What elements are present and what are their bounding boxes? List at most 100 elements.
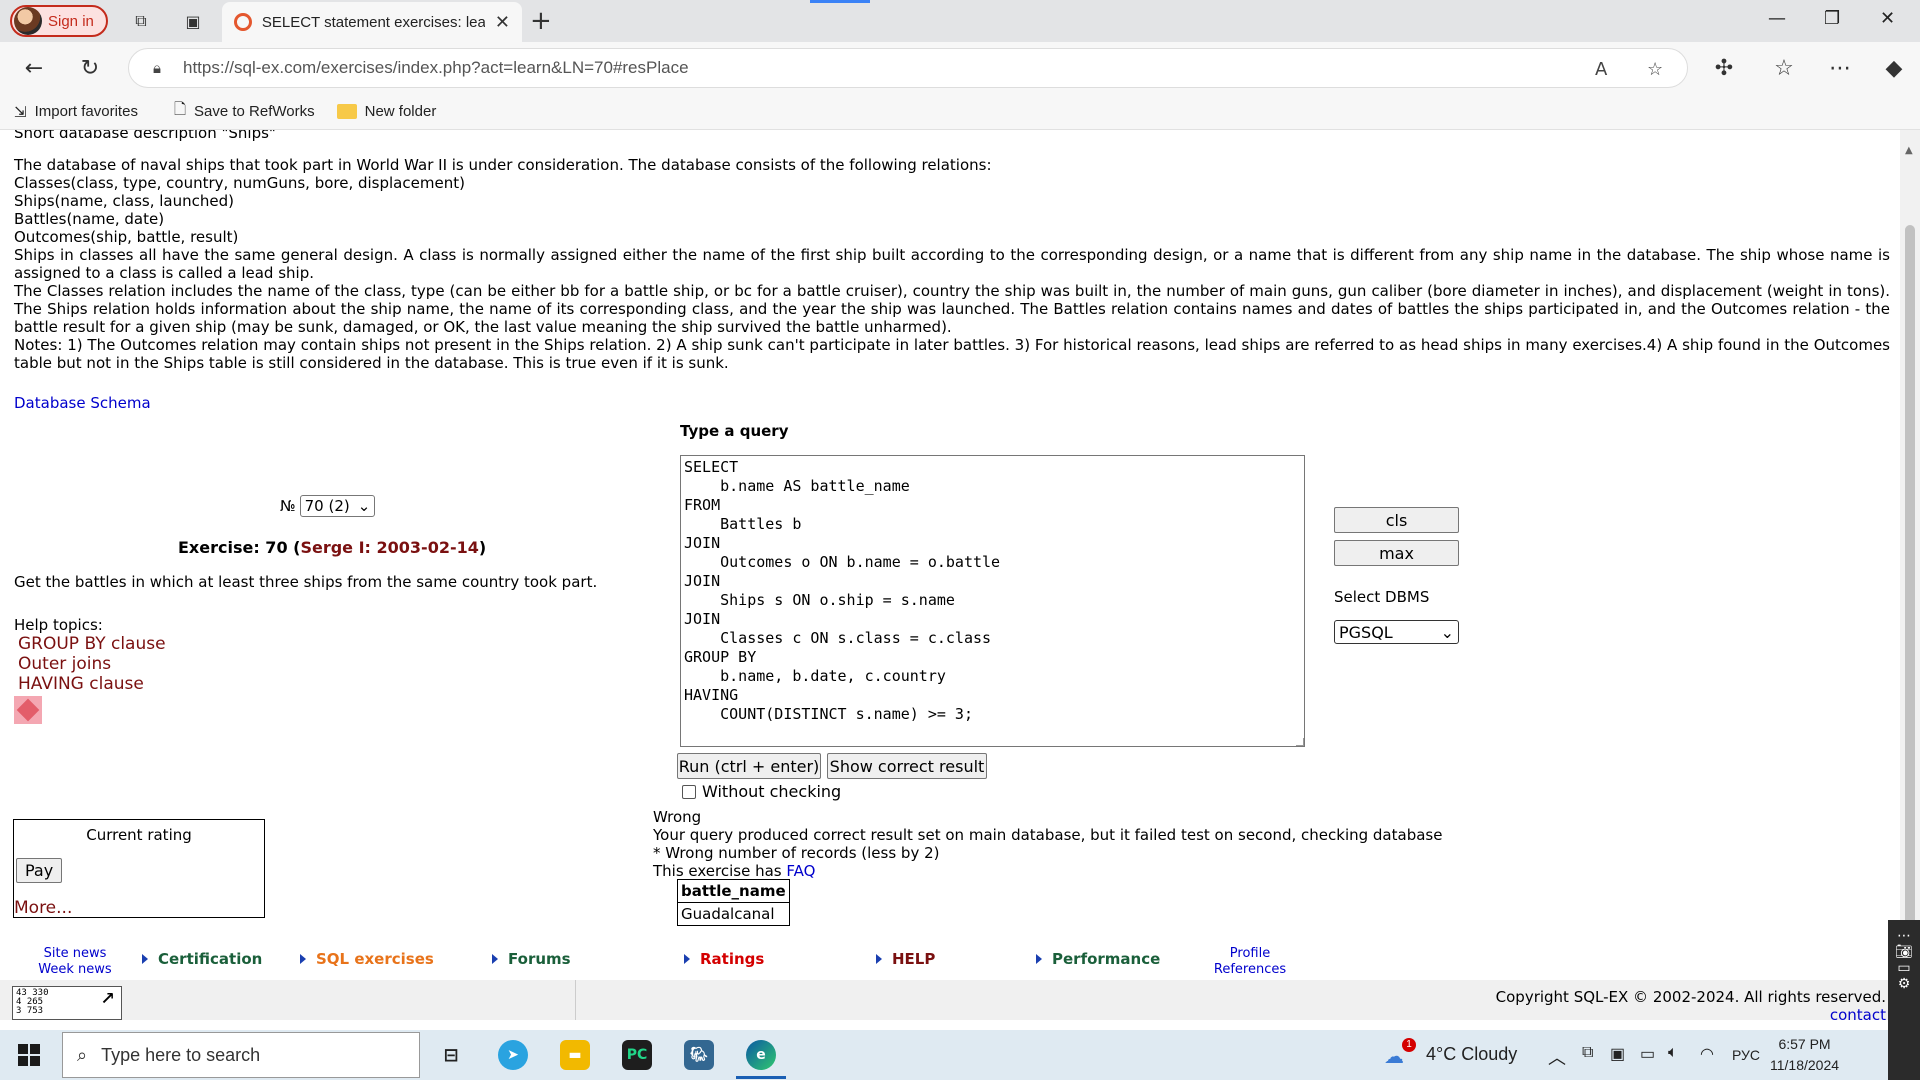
exercise-author: Serge I: 2003-02-14 [300,538,479,557]
pycharm-icon[interactable]: PC [622,1040,652,1070]
address-bar[interactable]: 🔒︎ https://sql-ex.com/exercises/index.ph… [128,48,1688,88]
faq-link[interactable]: FAQ [786,862,815,880]
menu-help[interactable]: HELP [876,950,935,968]
lock-icon[interactable]: 🔒︎ [153,59,161,77]
site-favicon-icon [234,13,252,31]
exercise-select[interactable]: 70 (2) ⌄ [299,495,376,517]
refresh-icon[interactable]: ↻ [76,54,104,82]
copyright-text: Copyright SQL-EX © 2002-2024. All rights… [1495,988,1886,1006]
scroll-up-icon[interactable]: ▲ [1905,145,1913,156]
exercise-title-prefix: Exercise: 70 ( [178,538,301,557]
weather-icon[interactable]: ☁ [1384,1044,1404,1069]
menu-performance[interactable]: Performance [1036,950,1160,968]
postgresql-icon[interactable]: 🐘︎ [684,1040,714,1070]
language-indicator[interactable]: РУС [1732,1047,1760,1063]
certification-label: Certification [158,950,263,968]
close-tab-icon[interactable]: ✕ [495,12,510,33]
relation-outcomes: Outcomes(ship, battle, result) [14,228,239,246]
show-correct-result-button[interactable]: Show correct result [827,753,987,779]
help-label: HELP [892,950,936,968]
save-to-refworks[interactable]: 🗋 Save to RefWorks [174,99,315,124]
triangle-icon [684,954,690,964]
result-status: Wrong [653,808,702,826]
task-view-icon[interactable]: ⊟ [436,1040,466,1070]
page-scrollbar[interactable]: ▲ [1900,130,1920,1020]
clock-time: 6:57 PM [1778,1036,1831,1052]
side-panel-icons[interactable]: ⋯ 📷︎ ▭ ⚙ [1888,928,1920,992]
result-message: Wrong Your query produced correct result… [653,808,1442,880]
site-news-link[interactable]: Site news [38,946,112,962]
help-topic-group-by[interactable]: GROUP BY clause [18,634,166,654]
extensions-icon[interactable]: ✣ [1710,54,1738,82]
dbms-selected: PGSQL [1339,622,1393,642]
tab-sql-ex[interactable]: SELECT statement exercises: learn ✕ [222,2,522,42]
menu-certification[interactable]: Certification [142,950,262,968]
help-topic-having[interactable]: HAVING clause [18,674,166,694]
volume-icon[interactable]: 🔈︎ [1668,1044,1678,1062]
site-menu: Site news Week news Certification SQL ex… [0,942,1900,978]
wifi-icon[interactable]: ◠ [1700,1044,1714,1064]
cls-button[interactable]: cls [1334,507,1459,533]
weather-text[interactable]: 4°C Cloudy [1426,1044,1517,1065]
taskbar: ⌕ Type here to search ⊟ ➤ ▬ PC 🐘︎ e ☁ 1 … [0,1030,1920,1080]
edge-icon[interactable]: e [746,1040,776,1070]
arrow-icon: ↗ [100,981,115,1009]
max-button[interactable]: max [1334,540,1459,566]
tab-bar: Sign in ⧉ ▣ SELECT statement exercises: … [0,0,1920,42]
new-tab-icon[interactable]: + [530,6,552,36]
without-checking-checkbox[interactable] [682,784,696,799]
search-icon: ⌕ [77,1044,88,1065]
battery-icon[interactable]: ▭ [1640,1044,1655,1064]
references-link[interactable]: References [1208,962,1292,978]
week-news-link[interactable]: Week news [38,962,112,978]
query-editor[interactable]: SELECT b.name AS battle_name FROM Battle… [680,455,1305,747]
folder-icon [336,104,357,119]
scrollbar-thumb[interactable] [1905,225,1915,925]
diamond-icon[interactable] [14,696,42,724]
resize-handle[interactable] [1296,738,1304,746]
help-topic-outer-joins[interactable]: Outer joins [18,654,166,674]
menu-ratings[interactable]: Ratings [684,950,764,968]
workspaces-icon[interactable]: ⧉ [130,10,152,32]
sign-in-button[interactable]: Sign in [10,5,108,37]
minimize-icon[interactable]: — [1768,8,1786,29]
import-favorites[interactable]: ⇲ Import favorites [14,103,138,121]
restore-icon[interactable]: ❐ [1824,8,1840,29]
back-icon[interactable]: ← [20,54,48,82]
description-heading: Short database description "Ships" [14,130,276,142]
menu-forums[interactable]: Forums [492,950,571,968]
description-notes: Notes: 1) The Outcomes relation may cont… [14,336,1890,372]
profile-link[interactable]: Profile [1208,946,1292,962]
close-window-icon[interactable]: ✕ [1880,8,1895,29]
telegram-icon[interactable]: ➤ [498,1040,528,1070]
more-icon[interactable]: ⋯ [1826,54,1854,82]
without-checking[interactable]: Without checking [682,782,841,801]
copyright: Copyright SQL-EX © 2002-2024. All rights… [1496,988,1886,1020]
dbms-select[interactable]: PGSQL ⌄ [1334,620,1459,644]
visit-counter[interactable]: 43 330 4 265 3 753 ↗ [12,981,122,1020]
taskbar-search[interactable]: ⌕ Type here to search [62,1032,420,1078]
database-schema-link[interactable]: Database Schema [14,394,151,412]
clock-date: 11/18/2024 [1770,1057,1840,1073]
favorites-icon[interactable]: ☆ [1770,54,1798,82]
windows-start-icon[interactable] [18,1044,40,1066]
tray-app-icon[interactable]: ⧉ [1582,1044,1593,1062]
navigation-bar: ← ↻ 🔒︎ https://sql-ex.com/exercises/inde… [0,42,1920,94]
file-explorer-icon[interactable]: ▬ [560,1040,590,1070]
copilot-icon[interactable]: ◆ [1880,54,1908,82]
more-link[interactable]: More... [14,898,72,918]
tray-monitor-icon[interactable]: ▣ [1610,1044,1625,1064]
exercise-selector: № 70 (2) ⌄ [280,495,376,517]
contact-link[interactable]: contact [1496,1006,1886,1020]
menu-sql-exercises[interactable]: SQL exercises [300,950,434,968]
vertical-tabs-icon[interactable]: ▣ [182,10,204,32]
new-folder[interactable]: New folder [336,103,436,120]
ratings-label: Ratings [700,950,765,968]
pay-button[interactable]: Pay [16,858,63,883]
tray-chevron-icon[interactable]: ︿ [1548,1044,1566,1070]
tab-indicator [810,0,870,3]
read-aloud-icon[interactable]: A [1595,59,1607,80]
clock[interactable]: 6:57 PM 11/18/2024 [1770,1034,1839,1076]
run-button[interactable]: Run (ctrl + enter) [677,753,821,779]
favorite-star-icon[interactable]: ☆ [1647,59,1663,80]
